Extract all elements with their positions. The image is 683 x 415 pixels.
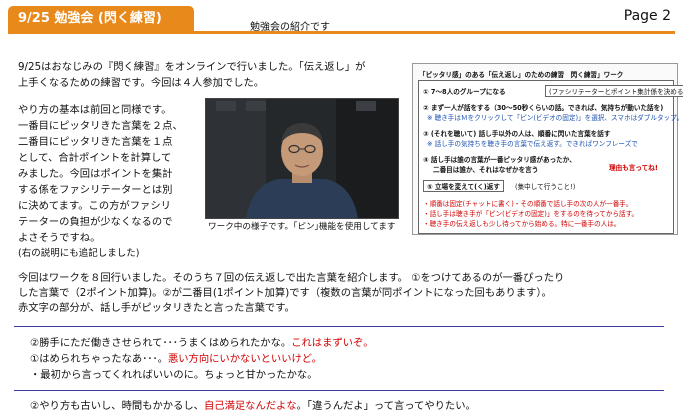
- worksheet-step-5: ⑤ 立場を変えて(く)返す: [423, 180, 504, 192]
- example-1-text-a: ②勝手にただ働きさせられて･･･うまくはめられたかな。: [30, 337, 292, 349]
- example-1-red-a: これはまずいぞ。: [291, 337, 374, 349]
- method-line: 一番目にピッタリきた言葉を２点、: [18, 120, 183, 132]
- page-header: 9/25 勉強会 (閃く練習) 勉強会の紹介です Page 2: [0, 0, 683, 46]
- worksheet-step-5-note: (集中して行うこと!): [515, 183, 576, 191]
- summary-line-3: 赤文字の部分が、話し手がピッタリきたと言った言葉です。: [18, 302, 295, 314]
- header-rule: [8, 31, 675, 34]
- worksheet-step-2: ② まず一人が話をする（30～50秒くらいの話。できれば、気持ちが動いた話を): [423, 104, 664, 112]
- page-title: 9/25 勉強会 (閃く練習): [8, 6, 194, 32]
- example-2-line-a: ②やり方も古いし、時間もかかるし、自己満足なんだよな。「違うんだよ」って言ってや…: [30, 399, 476, 415]
- example-2-text-a: ②やり方も古いし、時間もかかるし、: [30, 400, 204, 412]
- photo-caption: ワーク中の様子です。｢ピン｣機能を使用してます: [208, 222, 396, 232]
- method-line: よさそうですね。: [18, 232, 101, 244]
- worksheet-step-4-aside: 理由も言ってね!: [609, 164, 658, 172]
- example-2-tail-a: 。「違うんだよ」って言ってやりたい。: [296, 400, 476, 412]
- method-line: として、合計ポイントを計算して: [18, 152, 172, 164]
- worksheet-rule: ・順番は固定(チャットに書く)・その順番で話し手の次の人が一番手。: [423, 200, 633, 208]
- worksheet-step-3-note: ※ 話し手の気持ちを聴き手の言葉で伝え返す。できればワンフレーズで: [427, 140, 638, 148]
- method-line: する係をファシリテーターとは別: [18, 184, 173, 196]
- example-2-red-a: 自己満足なんだよな: [203, 400, 297, 412]
- meeting-photo: [205, 98, 399, 219]
- summary-line-1: 今回はワークを８回行いました。そのうち７回の伝え返しで出た言葉を紹介します。 ①…: [18, 272, 565, 284]
- summary-line-2: した言葉で（2ポイント加算)。②が二番目(1ポイント加算)です（複数の言葉が同ポ…: [18, 287, 552, 299]
- intro-line-2: 上手くなるための練習です。今回は４人参加でした。: [18, 77, 265, 89]
- section-divider: [14, 326, 664, 327]
- example-1-line-a: ②勝手にただ働きさせられて･･･うまくはめられたかな。これはまずいぞ。: [30, 336, 374, 352]
- worksheet-rule: ・話し手は聴き手が「ピン(ビデオの固定)」をするのを待ってから話す。: [423, 210, 639, 218]
- method-line: テーターの負担が少なくなるので: [18, 216, 173, 228]
- example-1-text-b: ①はめられちゃったなあ･･･。: [30, 353, 168, 365]
- method-line: に決めてます。この方がファシリ: [18, 200, 171, 212]
- worksheet-title: 「ピッタリ感」のある「伝え返し」のための練習 閃く練習」ワーク: [419, 71, 624, 79]
- page-subtitle: 勉強会の紹介です: [250, 22, 330, 33]
- example-1-red-b: 悪い方向にいかないといいけど。: [167, 353, 322, 365]
- worksheet-step-2-note: ※ 聴き手はＭをクリックして「ピン(ビデオの固定)」を選択、スマホはダブルタップ…: [427, 114, 683, 122]
- worksheet-step-1-box: (ファシリテーターとポイント集計係を決める): [545, 85, 683, 97]
- method-line: やり方の基本は前回と同様です。: [18, 104, 172, 116]
- example-1-line-c: ・最初から言ってくれればいいのに。ちょっと甘かったかな。: [30, 369, 318, 381]
- method-note: (右の説明にも追記しました): [18, 248, 140, 259]
- page-number: Page 2: [623, 8, 671, 24]
- worksheet-step-1: ① 7～8人のグループになる: [423, 88, 506, 96]
- worksheet-step-4a: ④ 話し手は誰の言葉が一番ピッタリ感があったか、: [423, 156, 576, 164]
- example-1-line-b: ①はめられちゃったなあ･･･。悪い方向にいかないといいけど。: [30, 352, 322, 368]
- worksheet-step-3: ③ (それを聴いて) 話し手以外の人は、順番に閃いた言葉を話す: [423, 130, 611, 138]
- section-divider: [14, 390, 664, 391]
- worksheet-step-4b: 二番目は誰か、それはなぜかを言う: [433, 166, 539, 174]
- worksheet-image: 「ピッタリ感」のある「伝え返し」のための練習 閃く練習」ワーク ① 7～8人のグ…: [412, 63, 683, 235]
- method-line: 二番目にピッタリきた言葉を１点: [18, 136, 173, 148]
- worksheet-rule: ・聴き手の伝え返しも少し待ってから始める。特に一番手の人は。: [423, 220, 621, 228]
- method-line: みました。今回はポイントを集計: [18, 168, 173, 180]
- intro-line-1: 9/25はおなじみの『閃く練習』をオンラインで行いました。「伝え返し」が: [18, 61, 366, 73]
- person-illustration: [206, 99, 398, 218]
